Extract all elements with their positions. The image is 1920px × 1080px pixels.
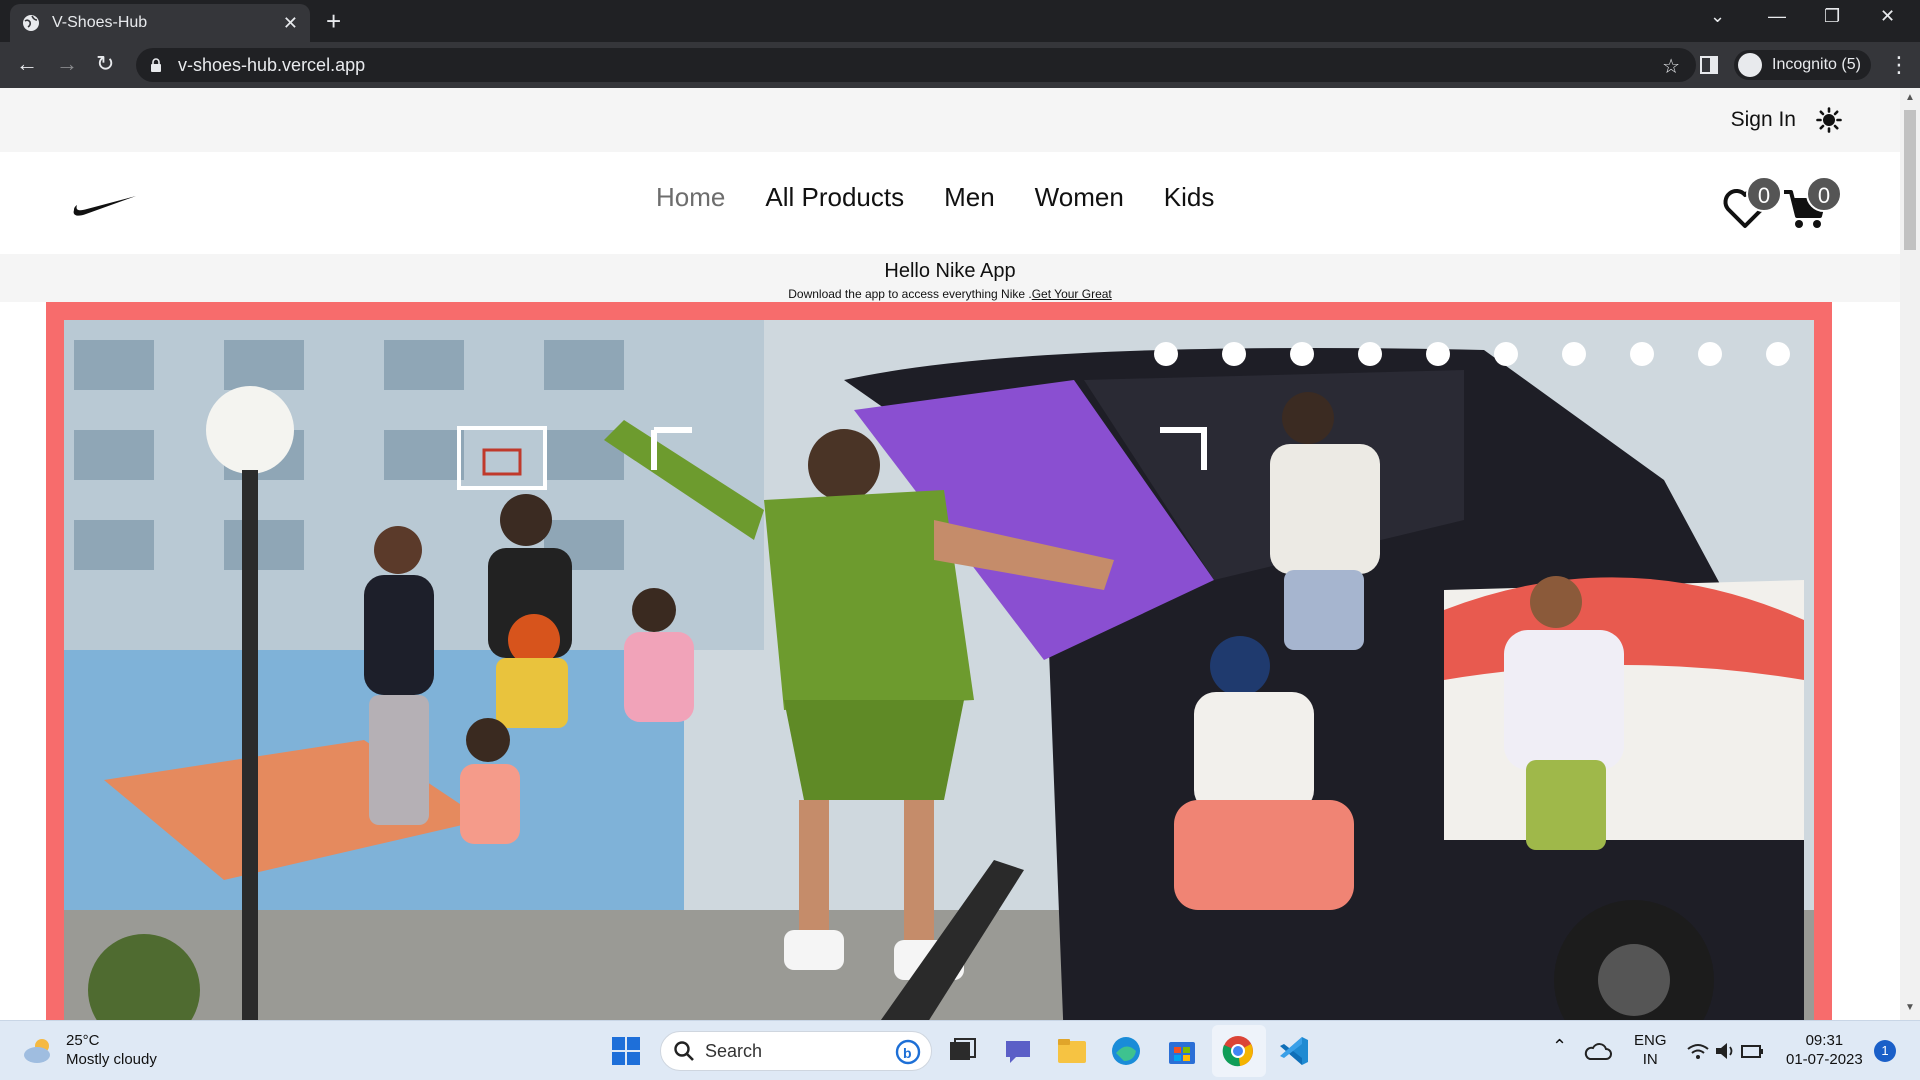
taskbar-search[interactable]: Search b (660, 1031, 932, 1071)
nav-women[interactable]: Women (1035, 182, 1124, 213)
network-volume-battery-icons[interactable] (1686, 1039, 1766, 1063)
nav-menu: Home All Products Men Women Kids (656, 182, 1214, 213)
close-tab-icon[interactable]: ✕ (283, 13, 298, 34)
bing-icon: b (895, 1039, 921, 1065)
browser-menu-icon[interactable]: ⋮ (1888, 52, 1910, 78)
lock-icon (151, 58, 161, 72)
bookmark-star-icon[interactable]: ☆ (1662, 54, 1680, 79)
promo-banner: Hello Nike App Download the app to acces… (0, 254, 1900, 302)
carousel-dot[interactable] (1630, 342, 1654, 366)
theme-toggle-sun-icon[interactable] (1816, 107, 1842, 133)
taskbar-search-label: Search (705, 1040, 763, 1061)
carousel-dot[interactable] (1358, 342, 1382, 366)
page-scrollbar[interactable]: ▲ ▼ (1900, 88, 1920, 1020)
sign-in-link[interactable]: Sign In (1731, 108, 1796, 132)
utility-bar: Sign In (0, 88, 1900, 152)
tab-title: V-Shoes-Hub (52, 14, 148, 31)
nav-men[interactable]: Men (944, 182, 995, 213)
clock[interactable]: 09:31 01-07-2023 (1786, 1031, 1863, 1069)
hero-carousel-image[interactable] (64, 320, 1814, 1020)
browser-tab-strip: V-Shoes-Hub ✕ + ⌄ — ❐ ✕ (0, 0, 1920, 42)
carousel-dot[interactable] (1766, 342, 1790, 366)
hero-carousel-frame (46, 302, 1832, 1020)
carousel-dot[interactable] (1154, 342, 1178, 366)
cloudy-weather-icon (24, 1039, 50, 1063)
carousel-dot[interactable] (1698, 342, 1722, 366)
scroll-down-arrow-icon[interactable]: ▼ (1905, 1002, 1915, 1013)
new-tab-icon[interactable]: + (326, 8, 341, 34)
notification-badge[interactable]: 1 (1874, 1040, 1896, 1062)
carousel-dot[interactable] (1290, 342, 1314, 366)
clock-time: 09:31 (1805, 1032, 1844, 1049)
scroll-up-arrow-icon[interactable]: ▲ (1905, 92, 1915, 103)
carousel-dots (1154, 342, 1790, 366)
tab-search-icon[interactable]: ⌄ (1710, 6, 1725, 27)
language-code: ENG (1634, 1032, 1667, 1049)
carousel-dot[interactable] (1222, 342, 1246, 366)
edge-browser-icon[interactable] (1108, 1033, 1144, 1069)
promo-title: Hello Nike App (884, 260, 1016, 282)
search-icon (674, 1041, 694, 1061)
weather-widget[interactable]: 25°C Mostly cloudy (22, 1031, 157, 1069)
task-view-icon[interactable] (944, 1033, 980, 1069)
teams-chat-icon[interactable] (1000, 1033, 1036, 1069)
incognito-label: Incognito (5) (1772, 56, 1861, 73)
weather-temp: 25°C (66, 1032, 100, 1049)
nike-swoosh-logo[interactable] (72, 192, 138, 218)
address-bar[interactable]: v-shoes-hub.vercel.app ☆ (136, 48, 1696, 82)
file-explorer-icon[interactable] (1054, 1033, 1090, 1069)
globe-icon (23, 15, 39, 31)
restore-icon[interactable]: ❐ (1824, 6, 1840, 27)
wishlist-count-badge: 0 (1746, 176, 1782, 212)
scrollbar-thumb[interactable] (1904, 110, 1916, 250)
incognito-button[interactable]: Incognito (5) (1734, 50, 1871, 80)
main-navigation: Home All Products Men Women Kids 0 0 (0, 152, 1900, 254)
cart-count-badge: 0 (1806, 176, 1842, 212)
carousel-dot[interactable] (1426, 342, 1450, 366)
browser-toolbar: ← → ↻ v-shoes-hub.vercel.app ☆ Incognito… (0, 42, 1920, 88)
hero-photo-illustration (64, 320, 1814, 1020)
onedrive-cloud-icon[interactable] (1584, 1039, 1612, 1063)
carousel-dot[interactable] (1562, 342, 1586, 366)
cart-button[interactable]: 0 (1782, 176, 1842, 228)
svg-text:b: b (903, 1045, 912, 1061)
show-hidden-icons-chevron-icon[interactable]: ⌃ (1552, 1037, 1567, 1056)
browser-tab[interactable]: V-Shoes-Hub ✕ (10, 4, 310, 42)
nav-kids[interactable]: Kids (1164, 182, 1215, 213)
minimize-icon[interactable]: — (1768, 6, 1786, 27)
nav-all-products[interactable]: All Products (765, 182, 904, 213)
reload-icon[interactable]: ↻ (96, 52, 114, 76)
clock-date: 01-07-2023 (1786, 1051, 1863, 1068)
promo-text: Download the app to access everything Ni… (788, 287, 1032, 301)
region-code: IN (1642, 1051, 1658, 1068)
url-text: v-shoes-hub.vercel.app (178, 54, 366, 75)
microsoft-store-icon[interactable] (1164, 1033, 1200, 1069)
vscode-icon[interactable] (1276, 1033, 1312, 1069)
web-page: Sign In Home All Products Men Women Kids (0, 88, 1900, 1020)
carousel-dot[interactable] (1494, 342, 1518, 366)
chrome-browser-icon[interactable] (1220, 1033, 1256, 1069)
weather-desc: Mostly cloudy (66, 1051, 157, 1068)
side-panel-icon[interactable] (1700, 56, 1718, 74)
close-window-icon[interactable]: ✕ (1880, 6, 1895, 27)
promo-link[interactable]: Get Your Great (1032, 287, 1112, 301)
forward-icon[interactable]: → (56, 52, 78, 76)
promo-text-row: Download the app to access everything Ni… (0, 287, 1900, 301)
language-indicator[interactable]: ENG IN (1634, 1031, 1667, 1069)
nav-home[interactable]: Home (656, 182, 725, 213)
wishlist-button[interactable]: 0 (1722, 176, 1782, 228)
windows-taskbar: 25°C Mostly cloudy Search b ⌃ ENG IN 09:… (0, 1020, 1920, 1080)
incognito-icon (1738, 53, 1762, 77)
back-icon[interactable]: ← (16, 52, 38, 76)
windows-start-icon[interactable] (608, 1033, 644, 1069)
